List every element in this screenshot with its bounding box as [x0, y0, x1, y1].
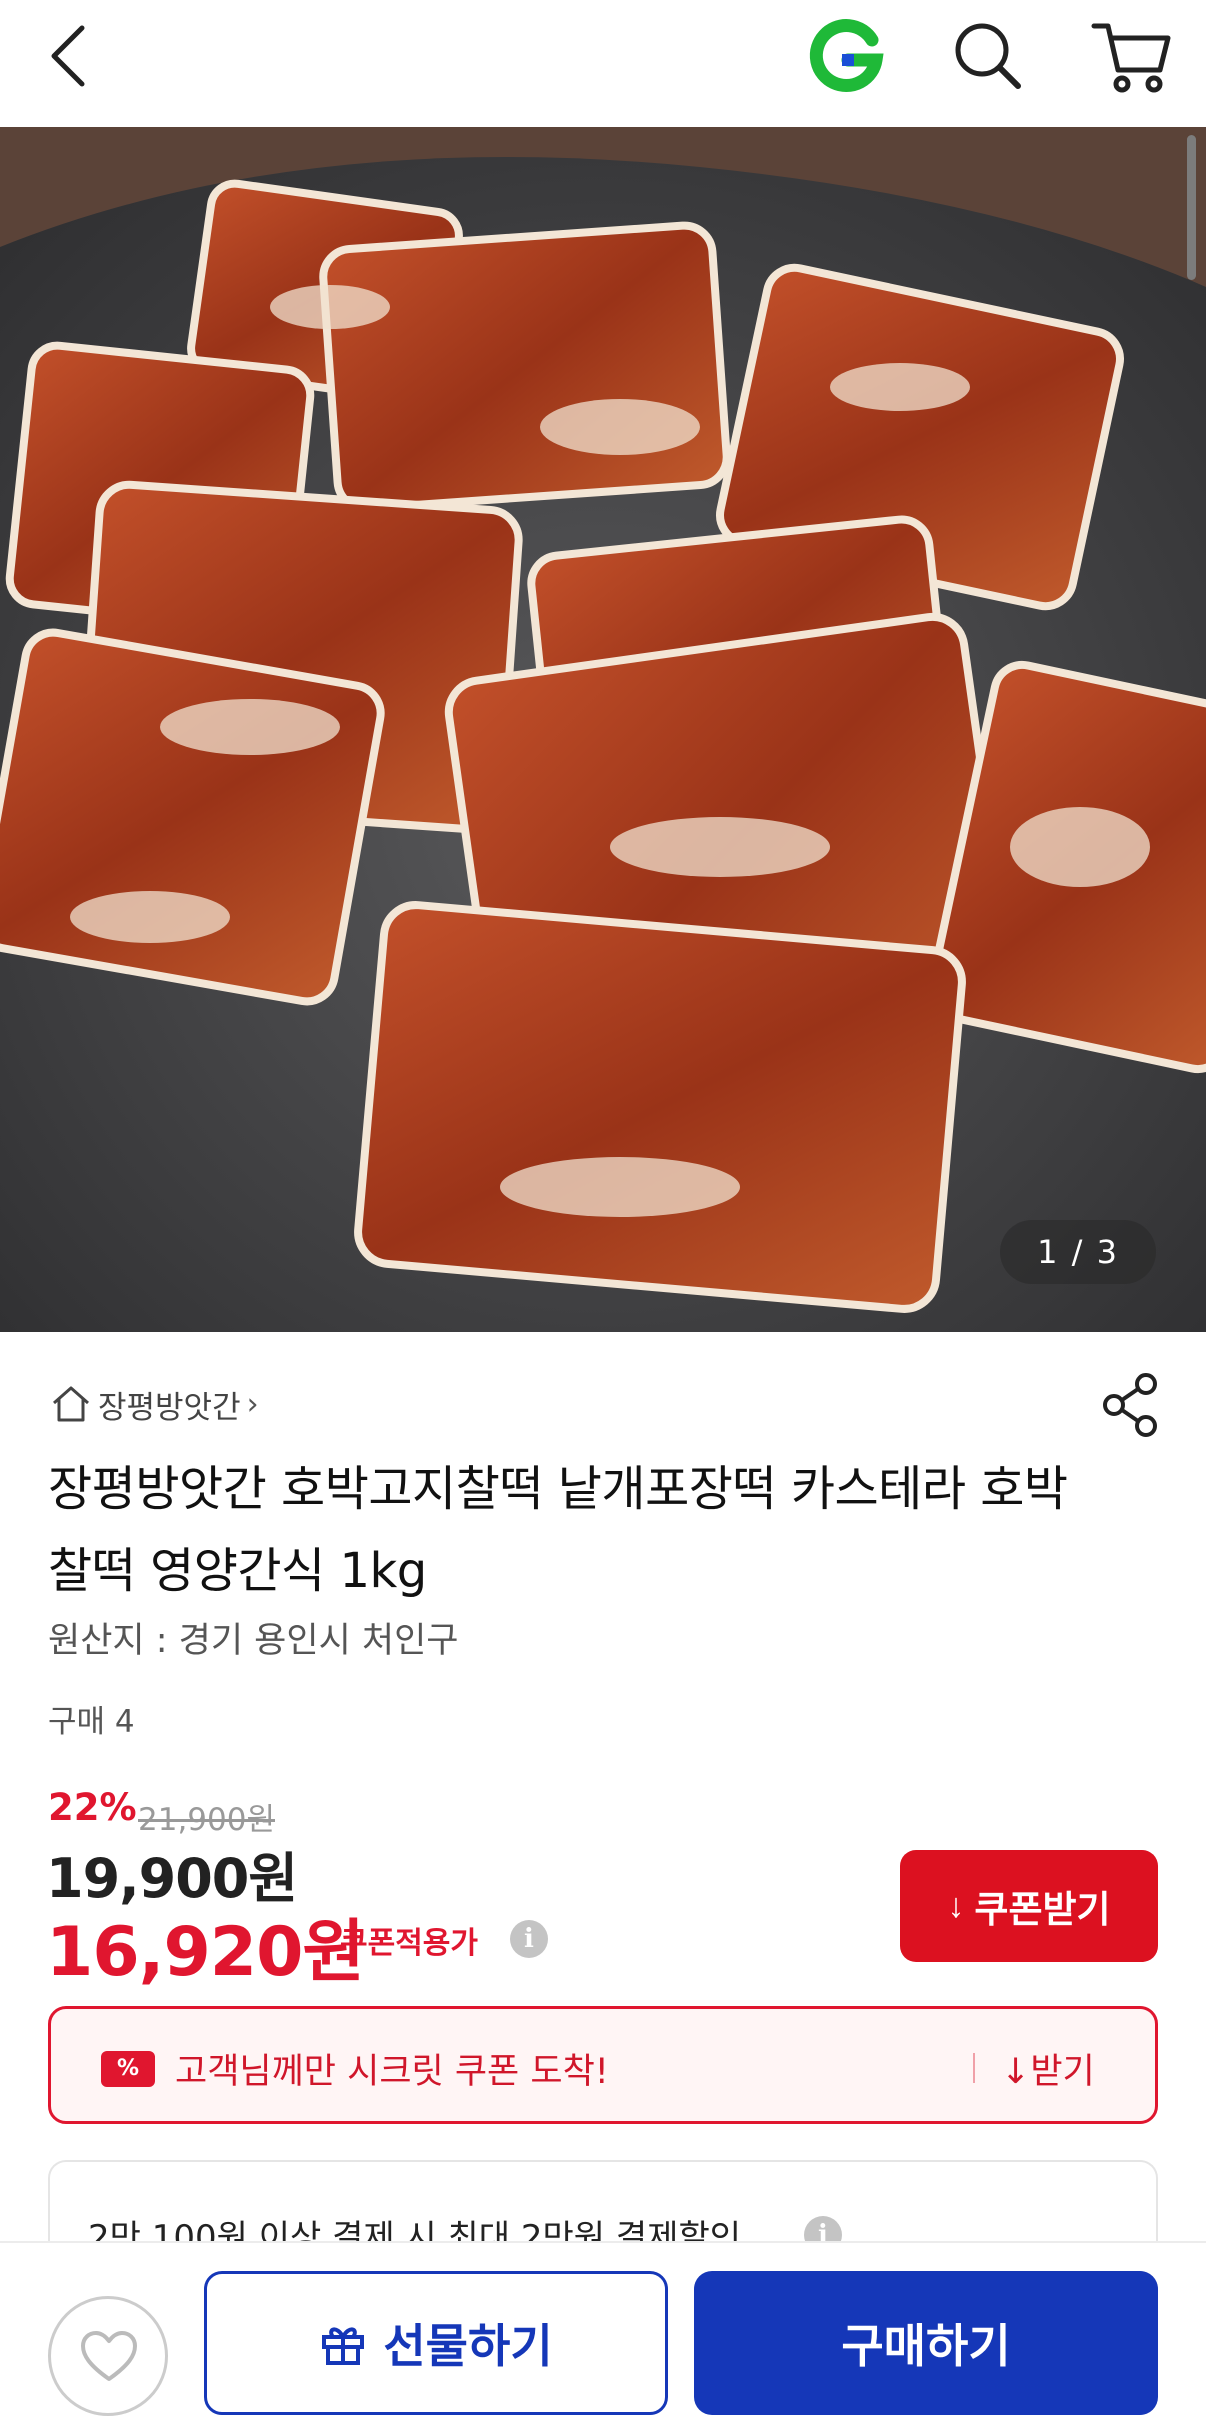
secret-coupon-get-button[interactable]: ↓받기 — [1001, 2043, 1095, 2094]
secret-coupon-message: 고객님께만 시크릿 쿠폰 도착! — [175, 2052, 609, 2092]
coupon-tag-icon: % — [101, 2051, 155, 2087]
product-image-carousel[interactable]: 1 / 3 — [0, 127, 1206, 1332]
secret-coupon-banner[interactable]: % 고객님께만 시크릿 쿠폰 도착! ↓받기 — [48, 2006, 1158, 2124]
info-icon[interactable]: i — [510, 1920, 548, 1958]
search-icon[interactable] — [948, 16, 1028, 96]
top-nav-bar — [0, 0, 1206, 127]
shop-name: 장평방앗간 — [98, 1389, 241, 1426]
download-icon: ↓ — [947, 1886, 965, 1925]
secret-coupon-get-label: 받기 — [1030, 2052, 1095, 2092]
purchase-count: 구매 4 — [48, 1704, 135, 1740]
gift-button[interactable]: 선물하기 — [204, 2271, 668, 2415]
gift-icon — [322, 2327, 365, 2365]
coupon-price-label: 쿠폰적용가 — [340, 1926, 478, 1961]
shop-link[interactable]: 장평방앗간 › — [50, 1376, 259, 1432]
share-icon[interactable] — [1100, 1372, 1160, 1438]
coupon-applied-price: 16,920원 — [46, 1913, 365, 1992]
chevron-right-icon: › — [246, 1386, 259, 1422]
bottom-action-bar: 선물하기 구매하기 — [0, 2241, 1206, 2436]
scroll-indicator[interactable] — [1187, 135, 1196, 280]
origin-info: 원산지 : 경기 용인시 처인구 — [48, 1621, 459, 1661]
buy-now-button[interactable]: 구매하기 — [694, 2271, 1158, 2415]
product-photo — [0, 127, 1206, 1332]
image-counter: 1 / 3 — [1000, 1220, 1156, 1284]
home-icon — [53, 1386, 89, 1422]
get-coupon-label: 쿠폰받기 — [974, 1889, 1111, 1930]
buy-now-label: 구매하기 — [841, 2320, 1011, 2372]
product-title: 장평방앗간 호박고지찰떡 낱개포장떡 카스테라 호박찰떡 영양간식 1kg — [48, 1461, 1068, 1599]
original-price: 21,900원 — [138, 1802, 275, 1838]
back-icon[interactable] — [40, 22, 100, 90]
discount-rate: 22% — [48, 1786, 137, 1829]
download-icon: ↓ — [1001, 2052, 1031, 2092]
wishlist-button[interactable] — [48, 2296, 168, 2416]
get-coupon-button[interactable]: ↓ 쿠폰받기 — [900, 1850, 1158, 1962]
gift-label: 선물하기 — [383, 2320, 553, 2372]
heart-icon — [81, 2331, 137, 2381]
cart-icon[interactable] — [1090, 14, 1174, 98]
divider — [973, 2053, 975, 2083]
gmarket-g-logo[interactable] — [806, 16, 886, 96]
